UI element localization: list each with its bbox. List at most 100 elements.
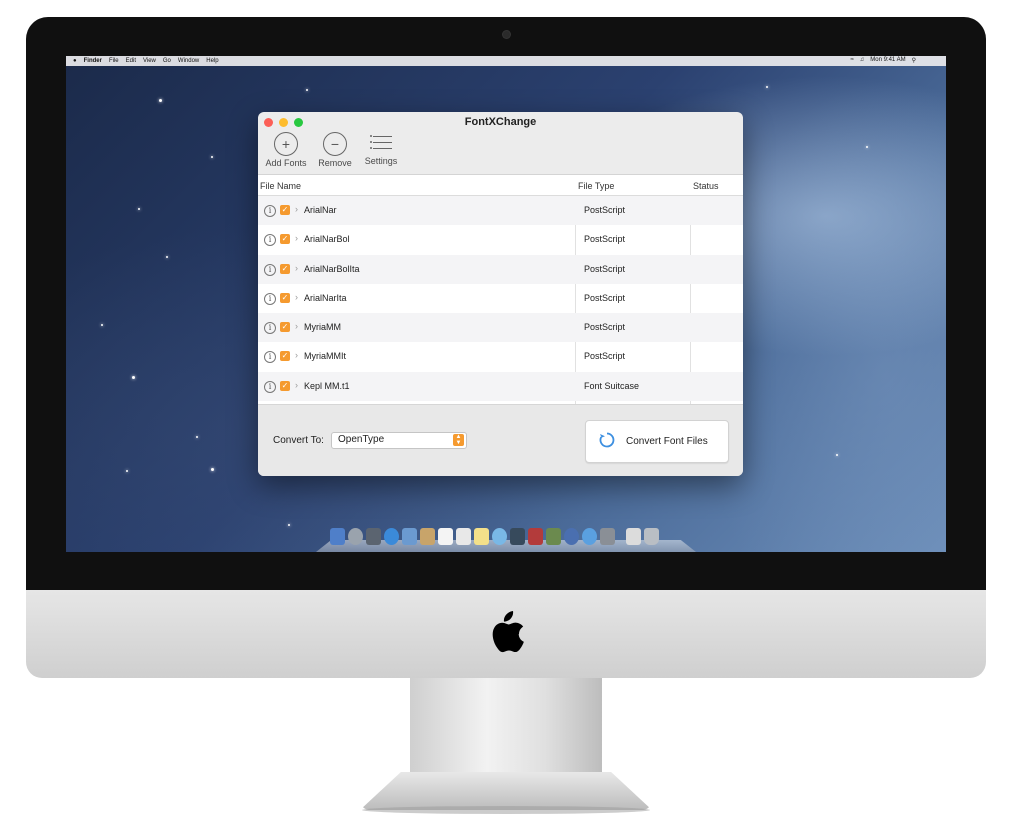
convert-format-select[interactable]: OpenType ▲ ▼	[331, 432, 467, 449]
photo-booth-icon[interactable]	[528, 528, 543, 545]
mail-icon[interactable]	[402, 528, 417, 545]
table-row[interactable]: i ✓ › Kepl MM.t1 Font Suitcase	[258, 371, 743, 402]
file-type: Font Suitcase	[584, 380, 640, 391]
column-header-file-name[interactable]: File Name	[260, 181, 301, 191]
remove-label: Remove	[318, 158, 352, 168]
iphoto-icon[interactable]	[546, 528, 561, 545]
file-name: ArialNarBol	[304, 234, 350, 245]
menu-item[interactable]: Edit	[126, 58, 136, 64]
finder-icon[interactable]	[330, 528, 345, 545]
include-checkbox[interactable]: ✓	[280, 322, 290, 333]
include-checkbox[interactable]: ✓	[280, 292, 290, 303]
settings-button[interactable]: Settings	[360, 132, 402, 166]
convert-font-files-button[interactable]: Convert Font Files	[585, 420, 729, 463]
wifi-icon[interactable]: ≈	[850, 57, 853, 64]
fontxchange-window: FontXChange + Add Fonts − Remove Setting…	[258, 112, 743, 476]
info-icon[interactable]: i	[264, 234, 276, 247]
calendar-icon[interactable]	[438, 528, 453, 545]
star	[101, 324, 103, 326]
stand-shadow	[362, 806, 650, 814]
include-checkbox[interactable]: ✓	[280, 263, 290, 274]
facetime-icon[interactable]	[510, 528, 525, 545]
menu-item[interactable]: Finder	[84, 58, 102, 64]
file-name: Kepl MM.t1	[304, 380, 350, 391]
star	[211, 156, 213, 158]
include-checkbox[interactable]: ✓	[280, 380, 290, 391]
reminders-icon[interactable]	[456, 528, 471, 545]
minus-icon: −	[323, 132, 347, 156]
menu-item[interactable]: Help	[206, 58, 218, 64]
menu-item[interactable]: Go	[163, 58, 171, 64]
disclosure-chevron-icon[interactable]: ›	[295, 263, 298, 273]
messages-icon[interactable]	[492, 528, 507, 545]
info-icon[interactable]: i	[264, 292, 276, 305]
title-bar[interactable]: FontXChange	[258, 112, 743, 132]
file-type: PostScript	[584, 205, 626, 215]
menubar-clock[interactable]: Mon 9:41 AM	[870, 57, 905, 64]
app-store-icon[interactable]	[582, 528, 597, 545]
file-name: MyriaMM	[304, 322, 341, 333]
include-checkbox[interactable]: ✓	[280, 234, 290, 245]
convert-to-label: Convert To:	[273, 435, 324, 446]
info-icon[interactable]: i	[264, 263, 276, 276]
table-row[interactable]: i ✓ › ArialNarBolIta PostScript	[258, 254, 743, 284]
add-fonts-button[interactable]: + Add Fonts	[264, 132, 308, 168]
info-icon[interactable]: i	[264, 351, 276, 364]
file-type: PostScript	[584, 292, 626, 303]
menu-item[interactable]: File	[109, 58, 119, 64]
include-checkbox[interactable]: ✓	[280, 205, 290, 215]
info-icon[interactable]: i	[264, 205, 276, 217]
column-header-status[interactable]: Status	[693, 181, 719, 191]
include-checkbox[interactable]: ✓	[280, 351, 290, 362]
menu-item[interactable]: View	[143, 58, 156, 64]
table-row[interactable]: i ✓ › MyriaMMIt PostScript	[258, 342, 743, 371]
table-row[interactable]: i ✓ › ArialNarIta PostScript	[258, 284, 743, 313]
spotlight-icon[interactable]: ⚲	[912, 57, 916, 64]
mission-control-icon[interactable]	[366, 528, 381, 545]
info-icon[interactable]: i	[264, 380, 276, 393]
disclosure-chevron-icon[interactable]: ›	[295, 350, 298, 360]
window-title: FontXChange	[464, 116, 537, 128]
star	[126, 470, 128, 472]
list-settings-icon	[370, 132, 392, 154]
info-icon[interactable]: i	[264, 322, 276, 335]
volume-icon[interactable]: ♫	[860, 57, 865, 64]
trash-icon[interactable]	[644, 528, 659, 545]
menu-bar: ● Finder File Edit View Go Window Help ≈…	[66, 56, 946, 66]
notes-icon[interactable]	[474, 528, 489, 545]
table-header: File Name File Type Status	[258, 175, 743, 196]
stand-neck	[410, 678, 602, 774]
toolbar: + Add Fonts − Remove Settings	[258, 132, 743, 174]
star	[159, 99, 162, 102]
safari-icon[interactable]	[384, 528, 399, 545]
plus-icon: +	[274, 132, 298, 156]
camera	[503, 31, 510, 38]
table-row[interactable]: i ✓ › ArialNar PostScript	[258, 196, 743, 226]
file-name: MyriaMMIt	[304, 351, 346, 362]
window-footer: Convert To: OpenType ▲ ▼ Convert Font Fil…	[258, 404, 743, 476]
contacts-icon[interactable]	[420, 528, 435, 545]
table-row[interactable]: i ✓ › ArialNarBol PostScript	[258, 225, 743, 254]
file-name: ArialNarBolIta	[304, 263, 360, 274]
disclosure-chevron-icon[interactable]: ›	[295, 292, 298, 302]
apple-menu-icon[interactable]: ●	[73, 58, 77, 64]
table-row[interactable]: i ✓ › MyriaMM PostScript	[258, 313, 743, 343]
disclosure-chevron-icon[interactable]: ›	[295, 380, 298, 390]
menu-item[interactable]: Window	[178, 58, 199, 64]
convert-format-value: OpenType	[338, 434, 385, 445]
launchpad-icon[interactable]	[348, 528, 363, 545]
file-type: PostScript	[584, 322, 626, 333]
disclosure-chevron-icon[interactable]: ›	[295, 233, 298, 243]
disclosure-chevron-icon[interactable]: ›	[295, 204, 298, 214]
add-fonts-label: Add Fonts	[265, 158, 307, 168]
table-body: i ✓ › ArialNar PostScript i ✓ › ArialNar…	[258, 196, 743, 402]
system-preferences-icon[interactable]	[600, 528, 615, 545]
disclosure-chevron-icon[interactable]: ›	[295, 321, 298, 331]
remove-button[interactable]: − Remove	[315, 132, 355, 168]
star	[306, 89, 308, 91]
apple-logo-icon	[492, 611, 524, 653]
itunes-icon[interactable]	[564, 528, 579, 545]
documents-stack-icon[interactable]	[626, 528, 641, 545]
column-header-file-type[interactable]: File Type	[578, 181, 614, 191]
file-name: ArialNar	[304, 205, 337, 215]
